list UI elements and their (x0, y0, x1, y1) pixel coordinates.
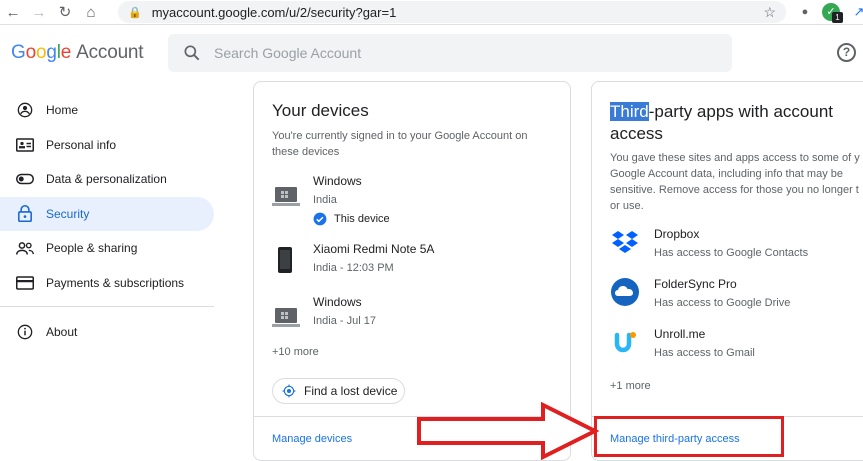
padlock-icon: 🔒 (128, 6, 142, 19)
card-title: Third-party apps with account access (610, 102, 833, 143)
sidebar-item-security[interactable]: Security (0, 196, 214, 231)
card-description: You gave these sites and apps access to … (610, 152, 860, 212)
toggle-icon (16, 170, 34, 188)
sidebar-item-personal-info[interactable]: Personal info (0, 128, 230, 163)
sidebar-item-label: About (46, 325, 78, 340)
red-arrow-annotation (417, 402, 599, 460)
app-name: FolderSync Pro (654, 277, 737, 291)
home-icon (16, 101, 34, 119)
dropbox-logo-icon (612, 231, 638, 253)
google-account-logo[interactable]: Google Account (11, 42, 144, 64)
app-header: GoogleAccount ? (0, 25, 863, 81)
device-detail: India (313, 194, 337, 206)
home-nav-icon[interactable]: ⌂ (78, 0, 104, 25)
lock-icon (16, 205, 34, 223)
app-name: Unroll.me (654, 327, 706, 341)
find-lost-device-button[interactable]: Find a lost device (272, 378, 405, 404)
laptop-icon (272, 308, 300, 327)
sidebar-item-data-personalization[interactable]: Data & personalization (0, 162, 230, 197)
highlighted-text: Third (610, 102, 649, 121)
url-text: myaccount.google.com/u/2/security?gar=1 (151, 4, 397, 20)
sidebar-item-label: Data & personalization (46, 172, 167, 187)
app-name: Dropbox (654, 227, 700, 241)
card-description: You're currently signed in to your Googl… (272, 130, 528, 158)
id-card-icon (16, 136, 34, 154)
sidebar-item-people-sharing[interactable]: People & sharing (0, 231, 230, 266)
device-name: Windows (313, 174, 362, 188)
phone-icon (278, 247, 292, 273)
third-party-apps-card: Third-party apps with account access You… (591, 81, 863, 461)
address-bar[interactable]: 🔒 myaccount.google.com/u/2/security?gar=… (118, 1, 786, 23)
app-access: Has access to Google Contacts (654, 247, 809, 259)
search-input[interactable] (214, 45, 694, 61)
info-icon (16, 323, 34, 341)
sidebar-item-home[interactable]: Home (0, 93, 230, 128)
sidebar-item-about[interactable]: About (0, 315, 230, 350)
people-icon (16, 239, 34, 257)
more-apps-link[interactable]: +1 more (610, 380, 651, 392)
sidebar-item-label: Personal info (46, 137, 117, 152)
sidebar-item-label: People & sharing (46, 241, 138, 256)
unroll-logo-icon (614, 332, 636, 353)
device-detail: India - 12:03 PM (313, 262, 394, 274)
sidebar-nav: Home Personal info Data & personalizatio… (0, 93, 230, 350)
bookmark-star-icon[interactable]: ☆ (763, 4, 776, 21)
help-icon[interactable]: ? (837, 43, 856, 62)
sidebar-item-label: Home (46, 103, 79, 118)
sidebar-item-payments[interactable]: Payments & subscriptions (0, 266, 230, 301)
back-arrow-icon[interactable]: ← (0, 0, 26, 25)
device-name: Windows (313, 295, 362, 309)
laptop-icon (272, 187, 300, 206)
search-icon (184, 45, 200, 61)
lightbulb-extension-icon[interactable]: ● (796, 3, 814, 21)
sidebar-divider (0, 306, 214, 307)
reload-icon[interactable]: ↻ (52, 0, 78, 25)
device-name: Xiaomi Redmi Note 5A (313, 242, 435, 256)
sidebar-item-label: Security (46, 206, 90, 221)
card-title: Your devices (272, 101, 369, 120)
forward-arrow-icon[interactable]: → (26, 0, 52, 25)
extension-badge: 1 (832, 12, 843, 23)
foldersync-logo-icon (611, 278, 639, 306)
app-access: Has access to Gmail (654, 347, 755, 359)
app-access: Has access to Google Drive (654, 297, 791, 309)
manage-devices-link[interactable]: Manage devices (272, 433, 352, 445)
this-device-badge: This device (313, 212, 390, 226)
pen-extension-icon[interactable]: ↗ (850, 3, 863, 21)
device-detail: India - Jul 17 (313, 315, 376, 327)
location-target-icon (282, 384, 296, 398)
red-highlight-box (594, 416, 784, 457)
card-icon (16, 274, 34, 292)
check-circle-icon (313, 212, 327, 226)
search-box[interactable] (168, 34, 732, 72)
more-devices-link[interactable]: +10 more (272, 346, 319, 358)
sidebar-item-label: Payments & subscriptions (46, 275, 185, 290)
browser-toolbar: ← → ↻ ⌂ 🔒 myaccount.google.com/u/2/secur… (0, 0, 863, 25)
